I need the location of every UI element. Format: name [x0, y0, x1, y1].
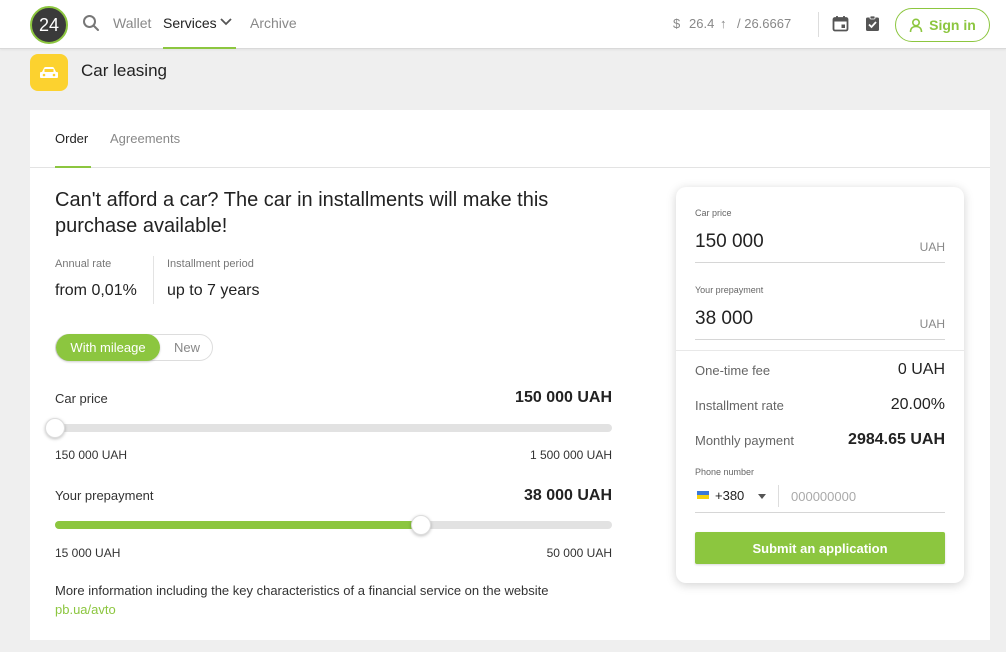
prepayment-label: Your prepayment: [55, 488, 154, 503]
prepayment-slider[interactable]: [55, 515, 612, 535]
car-price-min: 150 000 UAH: [55, 448, 128, 462]
car-icon: [30, 54, 68, 91]
monthly-payment-value: 2984.65 UAH: [848, 431, 945, 448]
one-time-fee-label: One-time fee: [695, 363, 771, 378]
toggle-new[interactable]: New: [160, 335, 214, 360]
car-price-slider[interactable]: [45, 418, 612, 438]
rate-sell: / 26.6667: [737, 16, 792, 31]
stat-divider: [153, 256, 154, 304]
search-icon[interactable]: [82, 14, 100, 32]
chevron-down-icon[interactable]: [220, 17, 232, 27]
phone-country-code[interactable]: +380: [715, 488, 744, 503]
installment-period-value: up to 7 years: [167, 282, 260, 299]
annual-rate-value: from 0,01%: [55, 282, 137, 299]
info-text: More information including the key chara…: [55, 581, 555, 619]
car-price-value: 150 000 UAH: [515, 389, 612, 406]
one-time-fee-value: 0 UAH: [897, 361, 945, 378]
car-price-label: Car price: [55, 391, 108, 406]
rate-buy: 26.4: [689, 16, 715, 31]
currency-symbol: $: [673, 16, 681, 31]
calc-car-price-underline: [695, 262, 945, 263]
phone-field: +380: [695, 483, 945, 513]
nav-archive[interactable]: Archive: [250, 15, 297, 31]
ukraine-flag-icon[interactable]: [697, 491, 709, 499]
car-type-toggle: With mileage New: [55, 334, 213, 361]
car-price-max: 1 500 000 UAH: [529, 448, 612, 462]
prepayment-max: 50 000 UAH: [546, 546, 612, 560]
calc-divider: [676, 350, 964, 351]
calc-prepayment-input[interactable]: 38 000: [695, 308, 753, 330]
installment-period-label: Installment period: [167, 258, 254, 270]
tab-bar: Order Agreements: [30, 110, 990, 168]
installment-rate-value: 20.00%: [890, 396, 945, 413]
annual-rate-label: Annual rate: [55, 258, 112, 270]
logo[interactable]: 24: [30, 6, 68, 44]
installment-rate-label: Installment rate: [695, 398, 784, 413]
toggle-with-mileage[interactable]: With mileage: [56, 334, 160, 361]
info-link[interactable]: pb.ua/avto: [55, 602, 116, 617]
tab-active-indicator: [55, 166, 91, 168]
header-divider: [818, 12, 819, 37]
calc-car-price-unit: UAH: [919, 240, 945, 254]
sign-in-label: Sign in: [929, 17, 976, 33]
nav-wallet[interactable]: Wallet: [113, 15, 151, 31]
tab-order[interactable]: Order: [55, 131, 88, 146]
car-price-slider-thumb[interactable]: [45, 418, 65, 438]
calendar-icon[interactable]: [832, 15, 849, 32]
page-title: Car leasing: [81, 61, 167, 80]
prepayment-slider-fill: [55, 521, 421, 529]
caret-down-icon[interactable]: [758, 494, 766, 499]
tab-agreements[interactable]: Agreements: [110, 131, 180, 146]
submit-application-button[interactable]: Submit an application: [695, 532, 945, 564]
clipboard-check-icon[interactable]: [864, 15, 881, 32]
info-text-body: More information including the key chara…: [55, 583, 549, 598]
rate-up-arrow-icon: ↑: [720, 16, 727, 31]
calc-prepayment-unit: UAH: [919, 317, 945, 331]
calc-prepayment-label: Your prepayment: [695, 285, 764, 295]
calc-prepayment-underline: [695, 339, 945, 340]
prepayment-min: 15 000 UAH: [55, 546, 121, 560]
nav-services[interactable]: Services: [163, 15, 217, 31]
top-navigation-bar: 24 Wallet Services Archive $ 26.4 ↑ / 26…: [0, 0, 1006, 49]
monthly-payment-label: Monthly payment: [695, 433, 794, 448]
headline: Can't afford a car? The car in installme…: [55, 189, 549, 237]
phone-input[interactable]: [791, 485, 941, 507]
calc-car-price-label: Car price: [695, 208, 732, 218]
sign-in-button[interactable]: Sign in: [895, 8, 990, 42]
phone-divider: [778, 485, 779, 507]
calc-car-price-input[interactable]: 150 000: [695, 231, 764, 253]
prepayment-slider-thumb[interactable]: [410, 515, 431, 535]
phone-label: Phone number: [695, 467, 755, 477]
calculator-panel: Car price 150 000 UAH Your prepayment 38…: [676, 187, 964, 583]
nav-active-indicator: [163, 47, 236, 49]
prepayment-value: 38 000 UAH: [523, 487, 612, 504]
user-icon: [909, 17, 923, 32]
